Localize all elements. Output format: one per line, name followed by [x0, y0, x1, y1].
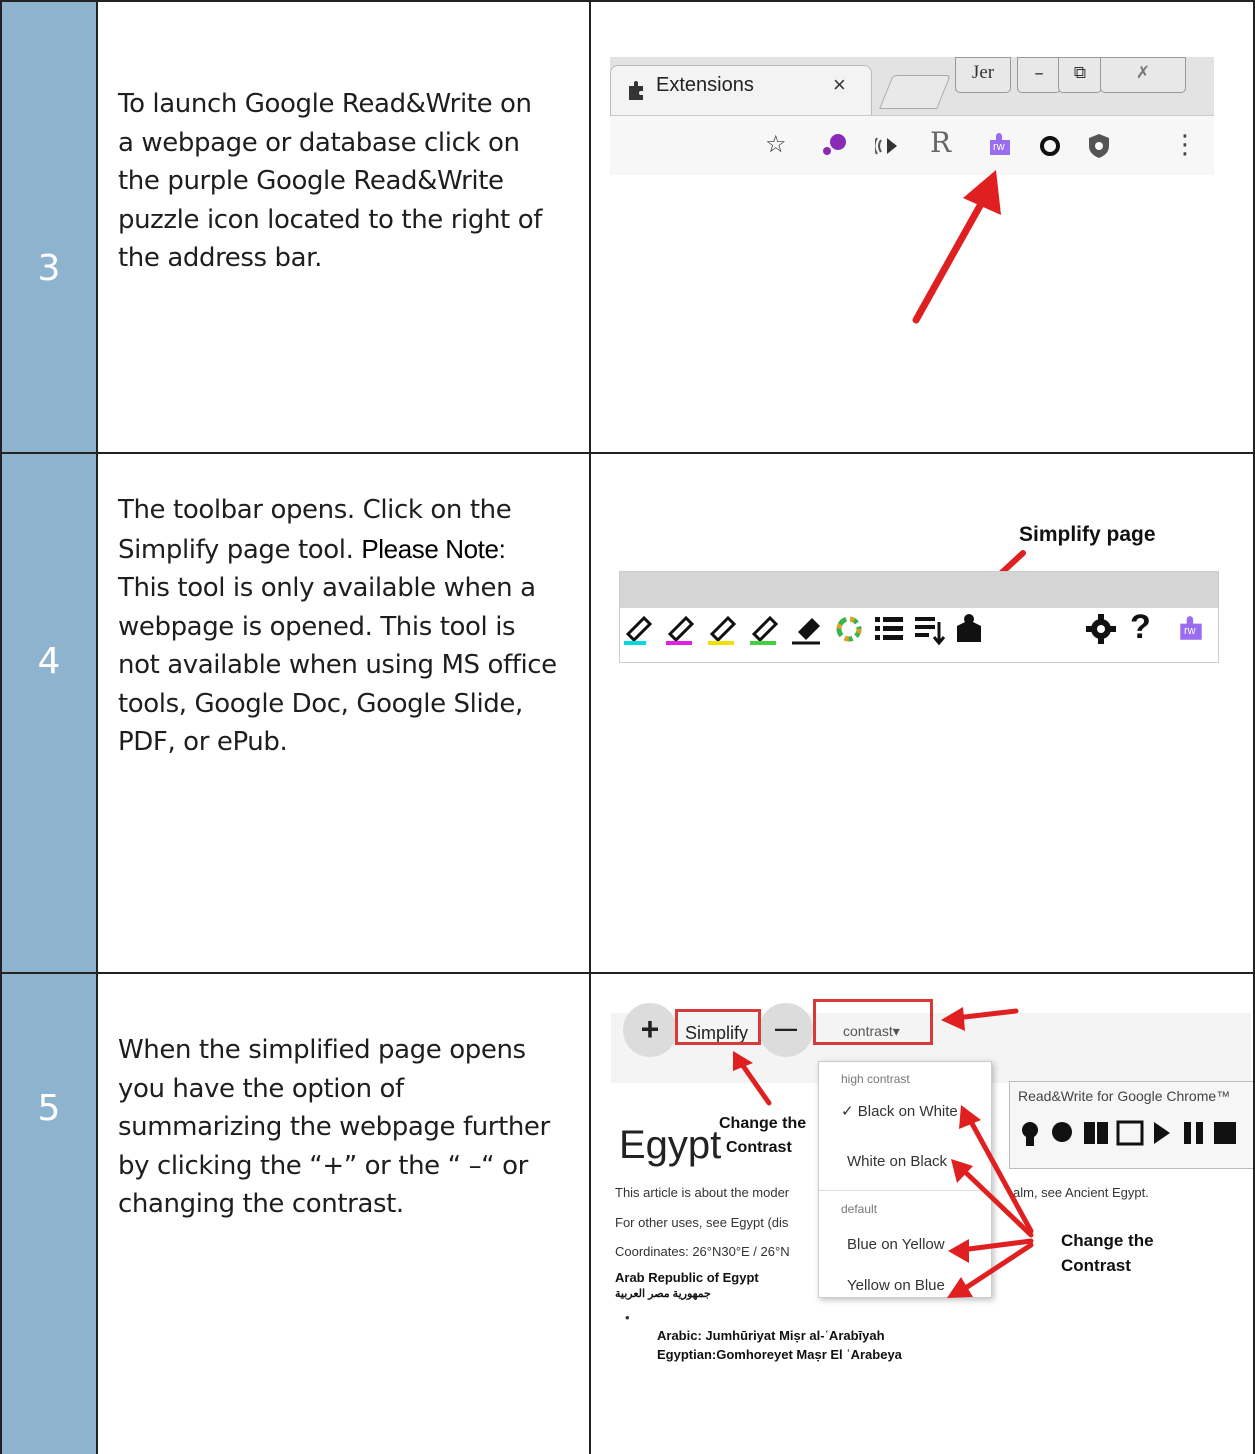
text-line: the address bar. [118, 243, 322, 273]
instruction-text: To launch Google Read&Write on a webpage… [118, 85, 569, 278]
step-number: 4 [37, 641, 61, 682]
menu-icon[interactable]: ⋮ [1172, 130, 1198, 160]
circle-extension-icon[interactable] [1038, 134, 1062, 158]
red-arrows [733, 1007, 1034, 1298]
highlighter-green-icon[interactable] [748, 612, 782, 646]
collect-highlights-icon[interactable] [832, 612, 866, 646]
puzzle-icon [629, 81, 643, 100]
step-number-cell: 5 [0, 973, 98, 1454]
row-step-4: 4 The toolbar opens. Click on the Simpli… [0, 453, 1255, 973]
text-line: a webpage or database click on [118, 127, 520, 158]
text-line-content: tools, Google Doc, Google Slide, [118, 688, 523, 719]
text-line: by clicking the “+” or the “ –“ or [118, 1150, 528, 1181]
text-line: the purple Google Read&Write [118, 166, 504, 196]
document-page: 3 To launch Google Read&Write on a webpa… [0, 0, 1255, 1454]
screenshot-cell: Extensions × Jer – ⧉ ✗ ☆ R rw ⋮ [591, 0, 1255, 453]
settings-gear-icon[interactable] [1084, 612, 1118, 646]
table-border-left [0, 0, 2, 1454]
simplify-page-label: Simplify page [1019, 523, 1156, 546]
tab-label: Extensions [656, 74, 754, 96]
browser-screenshot: Extensions × Jer – ⧉ ✗ ☆ R rw ⋮ [610, 57, 1214, 175]
highlighter-cyan-icon[interactable] [622, 612, 656, 646]
tab-close-icon[interactable]: × [833, 72, 846, 98]
text-line: you have the option of [118, 1073, 404, 1104]
clear-highlights-icon[interactable] [790, 612, 824, 646]
simplify-page-icon[interactable] [912, 612, 946, 646]
extension-dots-icon[interactable] [820, 130, 850, 160]
text-line: The toolbar opens. Click on the [118, 491, 569, 530]
text-line: When the simplified page opens [118, 1035, 526, 1065]
voice-note-icon[interactable] [952, 612, 986, 646]
screenshot-cell: Simplify page ? rw [591, 453, 1255, 973]
browser-tabstrip: Extensions × Jer – ⧉ ✗ [610, 57, 1214, 116]
instruction-text-cell: When the simplified page opens you have … [98, 973, 591, 1454]
instruction-text: The toolbar opens. Click on the Simplify… [118, 491, 569, 762]
table-border-top [0, 0, 1255, 2]
instruction-text-cell: To launch Google Read&Write on a webpage… [98, 0, 591, 453]
text-line-content: This tool is only available when a [118, 573, 536, 603]
table-row-divider [0, 972, 1255, 974]
red-arrow [912, 170, 1001, 324]
restore-button[interactable]: ⧉ [1058, 57, 1102, 93]
text-line: summarizing the webpage further [118, 1112, 550, 1142]
rw-label: rw [993, 141, 1005, 153]
instruction-text-cell: The toolbar opens. Click on the Simplify… [98, 453, 591, 973]
read-write-puzzle-icon[interactable]: rw [986, 131, 1014, 159]
table-row-divider [0, 452, 1255, 454]
minimize-button[interactable]: – [1017, 57, 1061, 93]
row-step-3: 3 To launch Google Read&Write on a webpa… [0, 0, 1255, 453]
text-line: not available when using MS office [118, 646, 569, 685]
shield-icon[interactable] [1086, 132, 1112, 160]
text-line: Simplify page tool. Please Note: [118, 530, 569, 570]
close-button[interactable]: ✗ [1100, 57, 1186, 93]
highlighter-yellow-icon[interactable] [706, 612, 740, 646]
text-line: This tool is only available when a [118, 569, 569, 608]
new-tab-button[interactable] [879, 75, 951, 109]
please-note-label: Please Note: [361, 533, 506, 564]
rw-label: rw [1184, 625, 1196, 637]
step-number: 3 [37, 248, 61, 289]
read-write-puzzle-icon[interactable]: rw [1176, 614, 1206, 644]
help-icon[interactable]: ? [1130, 608, 1151, 647]
text-line-content: webpage is opened. This tool is [118, 611, 516, 642]
tab-extensions[interactable]: Extensions × [610, 65, 872, 116]
bookmark-star-icon[interactable]: ☆ [765, 130, 787, 158]
row-step-5: 5 When the simplified page opens you hav… [0, 973, 1255, 1454]
read-write-toolbar: ? rw [619, 571, 1219, 663]
step-number-cell: 4 [0, 453, 98, 973]
text-line: puzzle icon located to the right of [118, 204, 542, 235]
step-number-cell: 3 [0, 0, 98, 453]
text-line: tools, Google Doc, Google Slide, [118, 685, 569, 724]
text-line-content: PDF, or ePub. [118, 727, 288, 757]
text-line-content: The toolbar opens. Click on the [118, 495, 512, 525]
text-line-content: Simplify page tool. [118, 534, 362, 565]
text-line: To launch Google Read&Write on [118, 89, 532, 119]
text-line-content: not available when using MS office [118, 650, 557, 680]
toolbar-grey-bar [620, 572, 1218, 608]
highlighter-magenta-icon[interactable] [664, 612, 698, 646]
instruction-text: When the simplified page opens you have … [118, 1031, 569, 1224]
text-line: changing the contrast. [118, 1189, 404, 1219]
screenshot-cell: + Simplify — contrast▾ high contrast ✓ B… [591, 973, 1255, 1454]
list-icon[interactable] [872, 612, 906, 646]
speaker-icon[interactable] [875, 134, 909, 158]
text-line: webpage is opened. This tool is [118, 608, 569, 647]
r-extension-icon[interactable]: R [930, 126, 951, 159]
step-number: 5 [37, 1088, 61, 1129]
profile-button[interactable]: Jer [955, 57, 1011, 93]
text-line: PDF, or ePub. [118, 723, 569, 762]
